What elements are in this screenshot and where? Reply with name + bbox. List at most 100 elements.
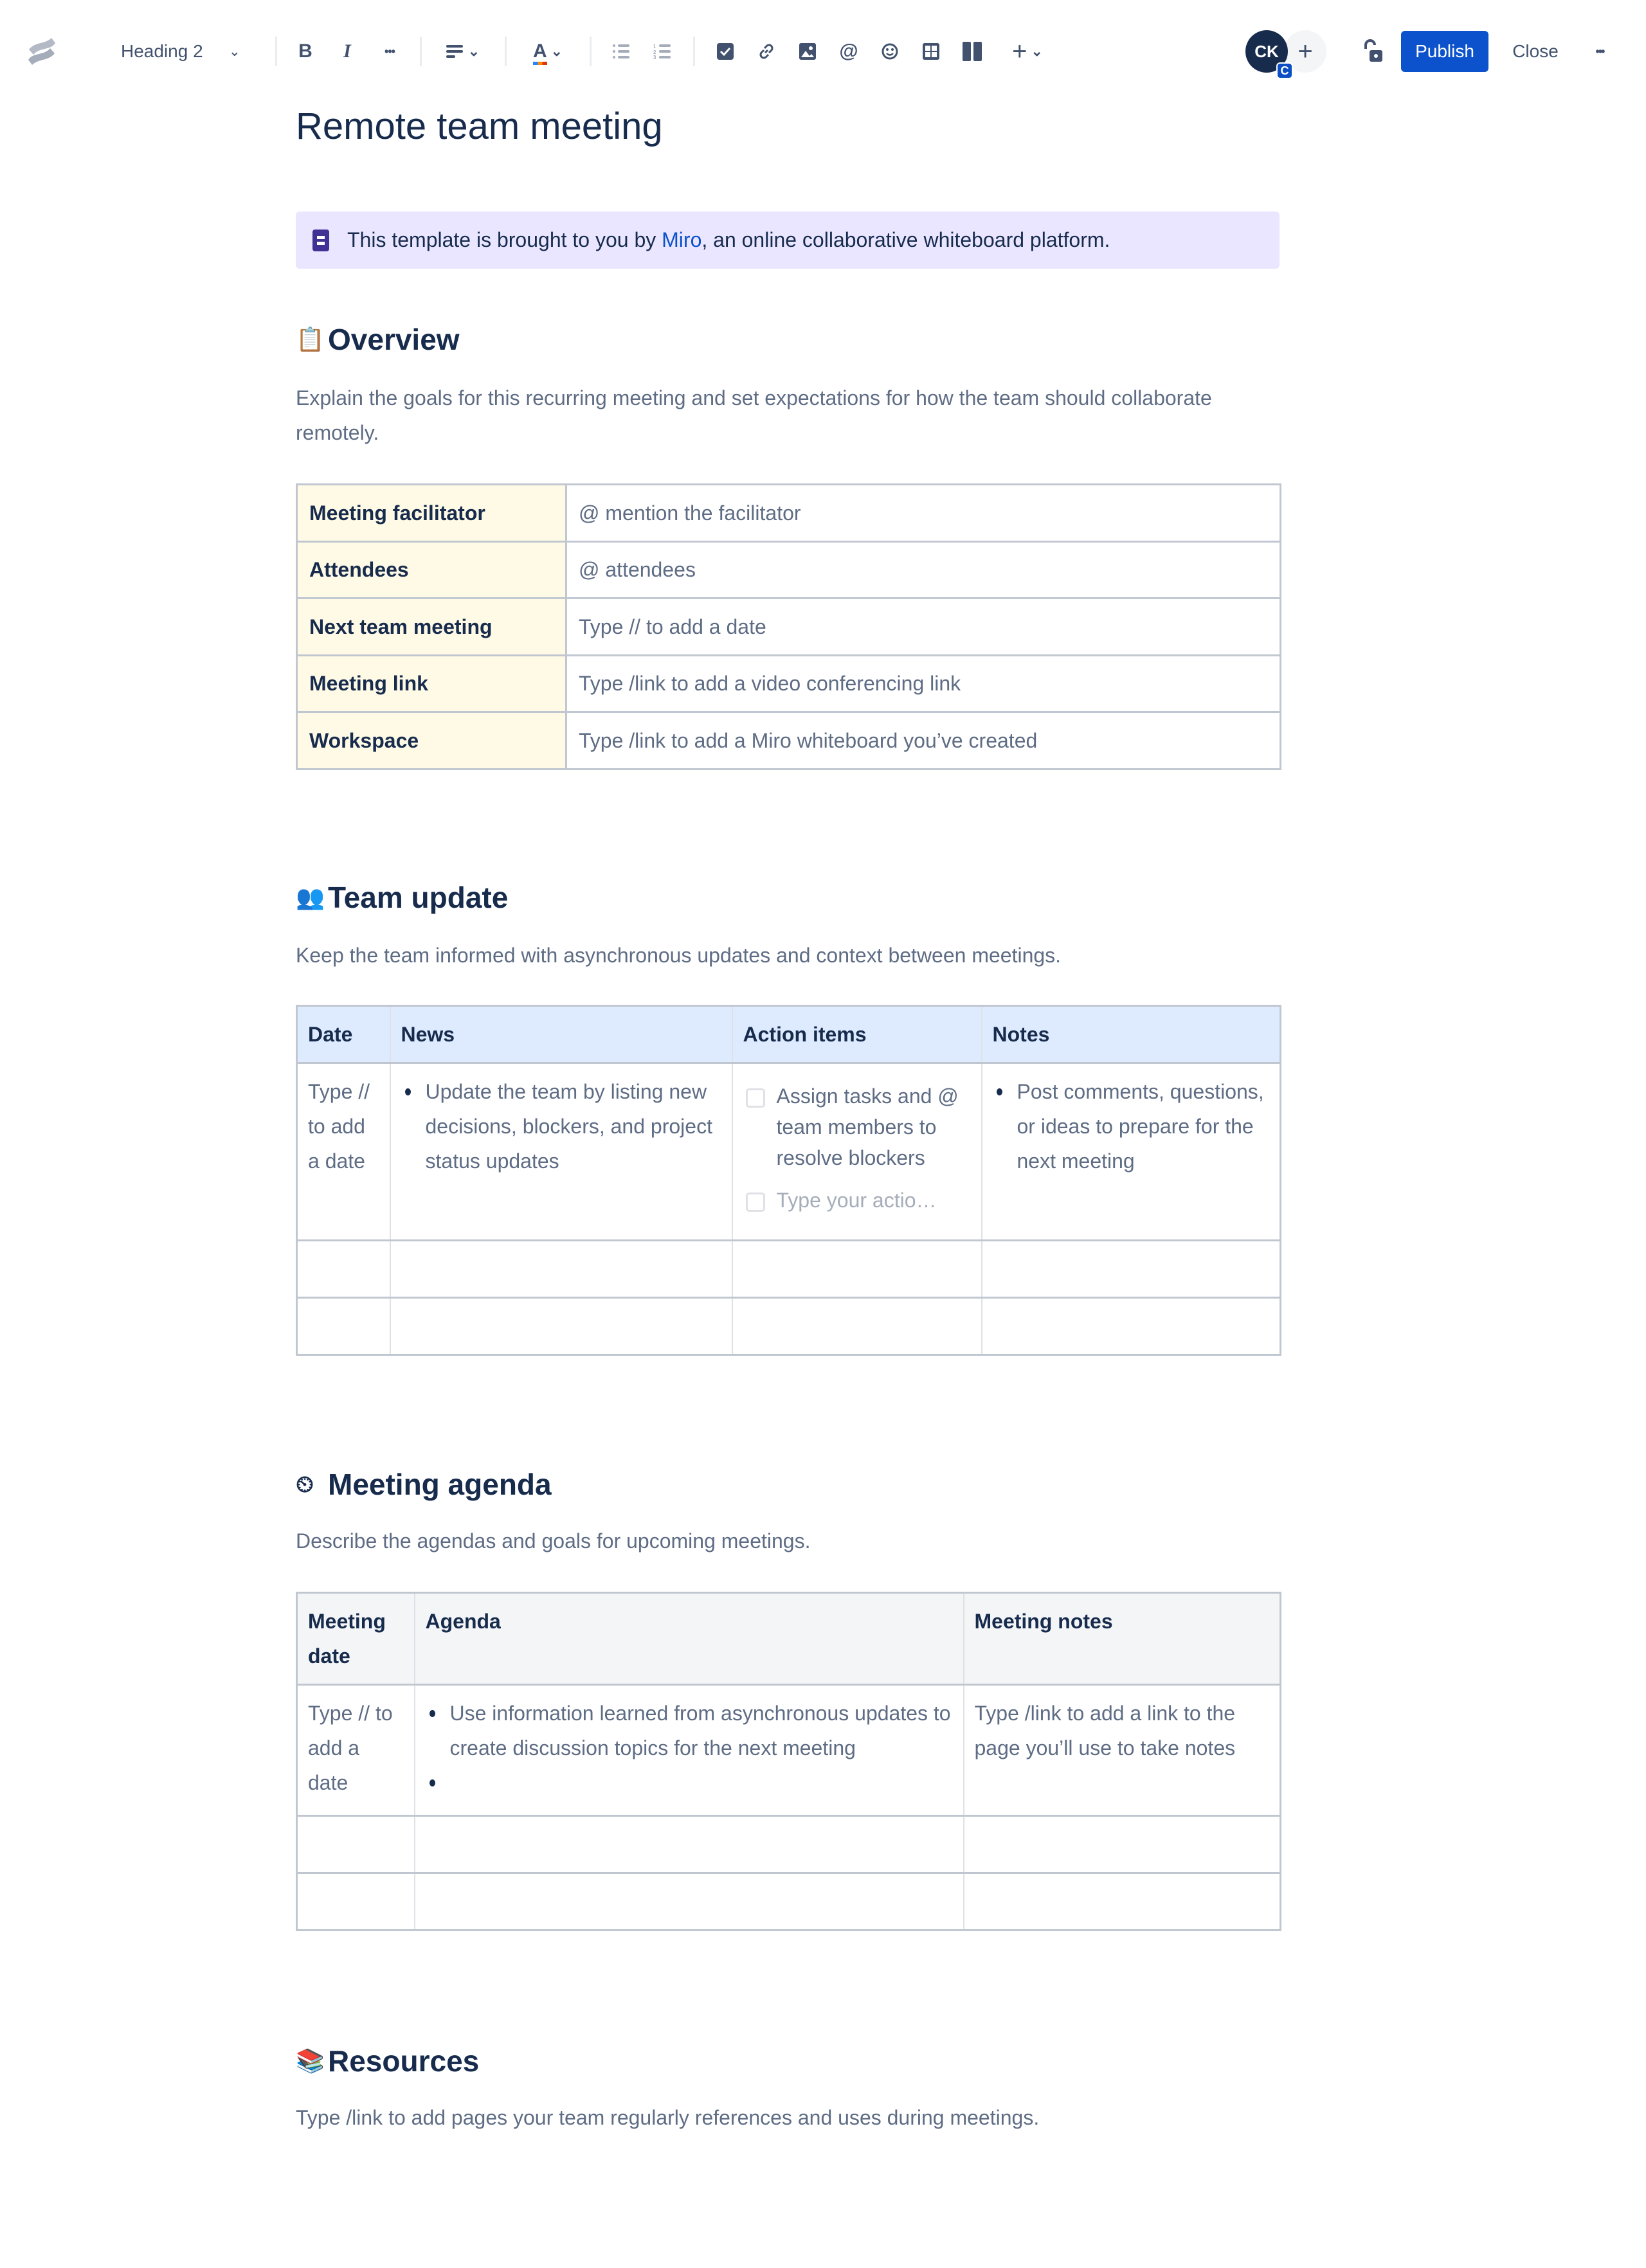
column-header[interactable]: Meeting date — [296, 1592, 415, 1686]
empty-cell[interactable] — [389, 1239, 733, 1299]
align-dropdown[interactable]: ⌄ — [437, 33, 489, 69]
list-item: Post comments, questions, or ideas to pr… — [993, 1074, 1270, 1178]
restrictions-button[interactable] — [1358, 36, 1389, 67]
meeting-agenda-table: Meeting date Agenda Meeting notes Type /… — [296, 1592, 1281, 1931]
text-style-dropdown[interactable]: Heading 2 ⌄ — [109, 32, 252, 71]
overview-table: Meeting facilitator @ mention the facilit… — [296, 483, 1281, 770]
empty-cell[interactable] — [963, 1815, 1281, 1874]
more-actions-button[interactable]: ••• — [1582, 33, 1618, 69]
empty-cell[interactable] — [981, 1297, 1281, 1356]
column-header[interactable]: Meeting notes — [963, 1592, 1281, 1686]
empty-cell[interactable] — [981, 1239, 1281, 1299]
notes-cell[interactable]: Post comments, questions, or ideas to pr… — [981, 1062, 1281, 1241]
avatar[interactable]: CK C — [1245, 30, 1293, 79]
link-button[interactable] — [748, 33, 784, 69]
mention-button[interactable]: @ — [831, 33, 867, 69]
action-item-button[interactable] — [707, 33, 743, 69]
empty-cell[interactable] — [731, 1297, 982, 1356]
action-item: Assign tasks and @ team members to resol… — [743, 1081, 971, 1173]
table-row — [296, 1872, 1281, 1931]
resources-heading: 📚 Resources — [296, 2042, 479, 2080]
italic-icon: I — [343, 40, 351, 62]
list-item — [426, 1765, 953, 1800]
column-header[interactable]: Notes — [981, 1005, 1281, 1064]
column-header[interactable]: Agenda — [413, 1592, 964, 1686]
emoji-button[interactable] — [872, 33, 908, 69]
insert-dropdown[interactable]: + ⌄ — [1002, 33, 1053, 69]
meeting-notes-cell[interactable]: Type /link to add a link to the page you… — [963, 1684, 1281, 1817]
empty-cell[interactable] — [296, 1815, 415, 1874]
empty-cell[interactable] — [296, 1297, 391, 1356]
action-item-text: Assign tasks and @ team members to resol… — [776, 1084, 959, 1169]
bullet-list-icon — [613, 44, 629, 59]
miro-link[interactable]: Miro — [662, 228, 701, 251]
list-item: Update the team by listing new decisions… — [401, 1074, 721, 1178]
table-row: Meeting link Type /link to add a video co… — [296, 654, 1281, 713]
empty-cell[interactable] — [296, 1239, 391, 1299]
empty-cell[interactable] — [296, 1872, 415, 1931]
empty-cell[interactable] — [731, 1239, 982, 1299]
meeting-agenda-heading: ⏲ Meeting agenda — [296, 1465, 552, 1504]
align-left-icon — [446, 45, 463, 58]
column-header[interactable]: Action items — [731, 1005, 982, 1064]
link-icon — [759, 44, 773, 59]
table-header-row: Date News Action items Notes — [296, 1005, 1281, 1064]
row-label: Next team meeting — [296, 597, 567, 656]
text-color-icon: A — [532, 40, 547, 65]
info-panel-text: This template is brought to you by Miro,… — [347, 228, 1110, 251]
numbered-list-button[interactable]: 123 — [644, 33, 680, 69]
row-value[interactable]: @ attendees — [565, 540, 1281, 599]
date-cell[interactable]: Type // to add a date — [296, 1062, 391, 1241]
text-style-label: Heading 2 — [121, 41, 203, 61]
action-item-placeholder[interactable]: Type your actio… — [777, 1185, 937, 1216]
svg-text:3: 3 — [653, 55, 656, 59]
column-header[interactable]: News — [389, 1005, 733, 1064]
confluence-logo-icon[interactable] — [24, 34, 59, 69]
bold-icon: B — [298, 40, 312, 62]
empty-cell[interactable] — [413, 1815, 964, 1874]
publish-button[interactable]: Publish — [1401, 31, 1488, 72]
overview-description: Explain the goals for this recurring mee… — [296, 386, 1212, 444]
table-row: Next team meeting Type // to add a date — [296, 597, 1281, 656]
bullet-list-button[interactable] — [603, 33, 639, 69]
row-value[interactable]: Type // to add a date — [565, 597, 1281, 656]
table-row — [296, 1239, 1281, 1299]
news-cell[interactable]: Update the team by listing new decisions… — [389, 1062, 733, 1241]
task-checkbox[interactable] — [745, 1088, 765, 1108]
italic-button[interactable]: I — [329, 33, 365, 69]
more-icon: ••• — [384, 44, 395, 58]
more-formatting-button[interactable]: ••• — [372, 33, 408, 69]
row-label: Attendees — [296, 540, 567, 599]
agenda-cell[interactable]: Use information learned from asynchronou… — [413, 1684, 964, 1817]
empty-cell[interactable] — [389, 1297, 733, 1356]
image-button[interactable] — [790, 33, 826, 69]
list-item: Use information learned from asynchronou… — [426, 1696, 953, 1765]
team-icon: 👥 — [296, 884, 325, 910]
toolbar-divider — [505, 37, 507, 66]
column-header[interactable]: Date — [296, 1005, 391, 1064]
clipboard-icon: 📋 — [296, 326, 325, 352]
table-row — [296, 1297, 1281, 1356]
empty-cell[interactable] — [413, 1872, 964, 1931]
row-value[interactable]: Type /link to add a Miro whiteboard you’… — [565, 711, 1281, 770]
row-value[interactable]: @ mention the facilitator — [565, 483, 1281, 543]
action-items-cell[interactable]: Assign tasks and @ team members to resol… — [731, 1062, 982, 1241]
page-title[interactable]: Remote team meeting — [296, 103, 663, 150]
text-color-dropdown[interactable]: A ⌄ — [522, 33, 574, 69]
table-row: Meeting facilitator @ mention the facilit… — [296, 483, 1281, 543]
row-value[interactable]: Type /link to add a video conferencing l… — [565, 654, 1281, 713]
layout-icon — [963, 42, 982, 61]
table-button[interactable] — [913, 33, 949, 69]
image-icon — [799, 43, 816, 60]
empty-cell[interactable] — [963, 1872, 1281, 1931]
meeting-date-cell[interactable]: Type // to add a date — [296, 1684, 415, 1817]
bold-button[interactable]: B — [287, 33, 323, 69]
action-item: Type your actio… — [743, 1185, 971, 1216]
close-button[interactable]: Close — [1505, 31, 1566, 72]
toolbar-divider — [275, 37, 277, 66]
row-label: Workspace — [296, 711, 567, 770]
books-icon: 📚 — [296, 2048, 325, 2074]
team-update-heading: 👥 Team update — [296, 878, 508, 917]
task-checkbox[interactable] — [745, 1192, 765, 1212]
layouts-button[interactable] — [954, 33, 990, 69]
